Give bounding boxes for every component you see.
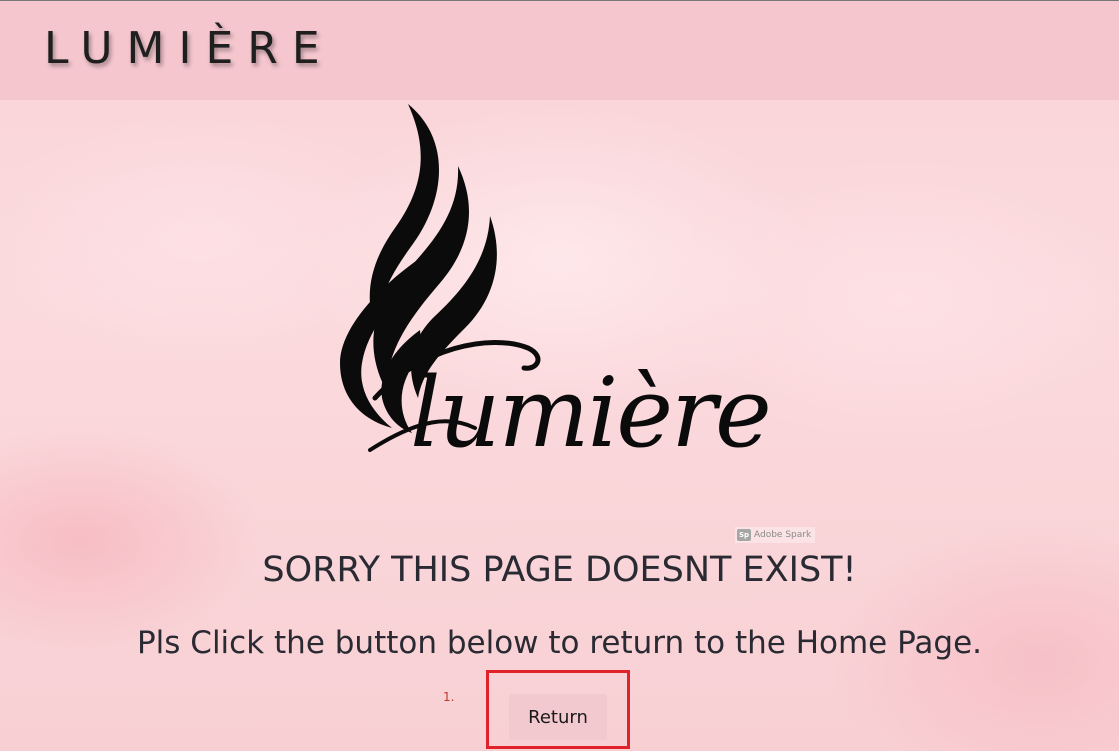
- brand-logo-text[interactable]: LUMIÈRE: [44, 27, 334, 71]
- error-subheading: Pls Click the button below to return to …: [136, 625, 983, 661]
- logo-wordmark: lumière: [410, 357, 770, 460]
- adobe-spark-label: Adobe Spark: [754, 530, 812, 540]
- lumiere-logo: lumière: [340, 104, 772, 460]
- adobe-spark-icon: Sp: [737, 529, 751, 541]
- annotation-marker: 1.: [443, 690, 455, 704]
- return-button[interactable]: Return: [509, 694, 607, 740]
- site-header: LUMIÈRE: [0, 1, 1119, 100]
- adobe-spark-badge: Sp Adobe Spark: [735, 527, 816, 543]
- error-heading: SORRY THIS PAGE DOESNT EXIST!: [262, 550, 857, 590]
